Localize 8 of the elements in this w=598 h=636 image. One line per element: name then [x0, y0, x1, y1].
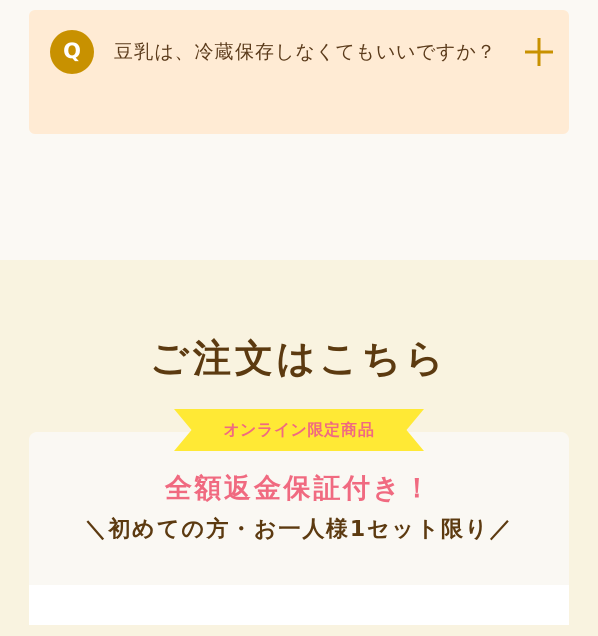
- section-heading: ご注文はこちら: [150, 335, 448, 382]
- limit-text: ＼初めての方・お一人様1セット限り／: [84, 516, 514, 544]
- ribbon: オンライン限定商品: [174, 409, 424, 451]
- faq-question: 豆乳は、冷蔵保存しなくてもいいですか？: [114, 40, 498, 65]
- faq-item[interactable]: Q 豆乳は、冷蔵保存しなくてもいいですか？: [29, 10, 569, 134]
- guarantee-text: 全額返金保証付き！: [164, 472, 434, 506]
- question-badge: Q: [50, 30, 94, 74]
- plus-icon[interactable]: [525, 38, 553, 66]
